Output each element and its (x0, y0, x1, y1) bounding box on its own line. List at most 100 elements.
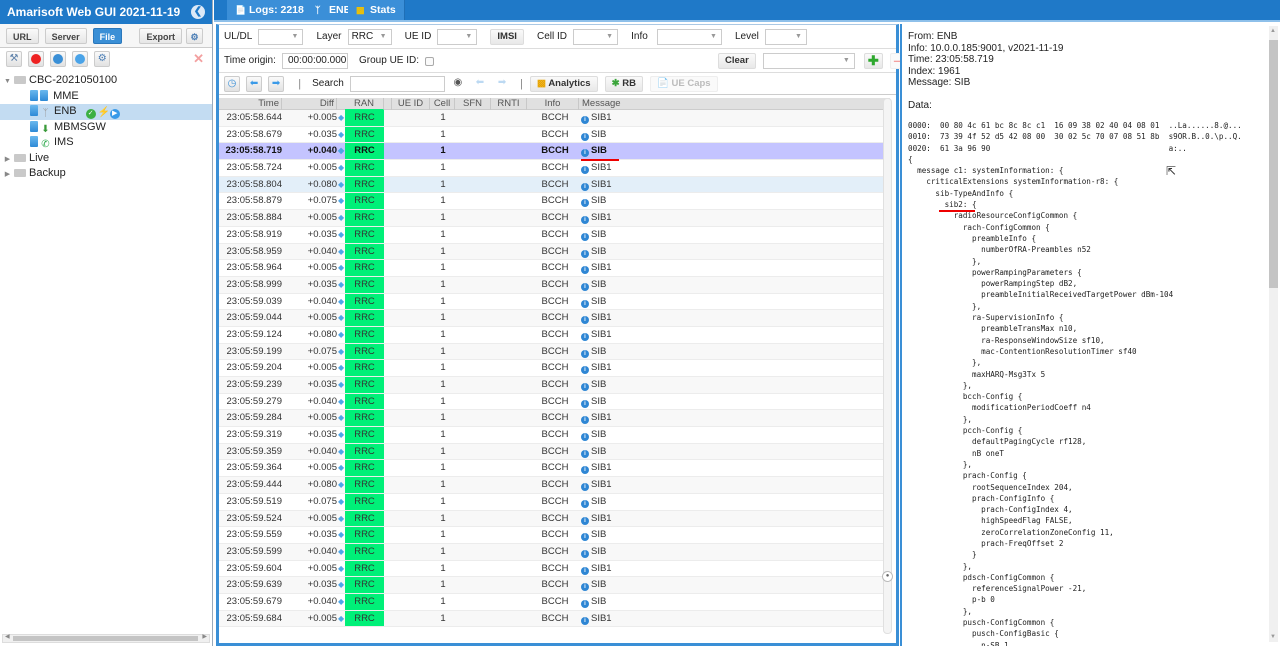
server-button[interactable]: Server (44, 28, 87, 44)
file-button[interactable]: File (92, 28, 123, 44)
table-row[interactable]: 23:05:58.804 +0.080 ◆ RRC 1 BCCH i SIB1 (219, 176, 890, 194)
table-row[interactable]: 23:05:59.039 +0.040 ◆ RRC 1 BCCH i SIB (219, 293, 890, 311)
table-row[interactable]: 23:05:59.364 +0.005 ◆ RRC 1 BCCH i SIB1 (219, 460, 890, 478)
url-button[interactable]: URL (6, 28, 39, 44)
expand-arrow-icon[interactable]: ▶ (3, 167, 12, 183)
table-row[interactable]: 23:05:59.359 +0.040 ◆ RRC 1 BCCH i SIB (219, 443, 890, 461)
table-row[interactable]: 23:05:58.719 +0.040 ◆ RRC 1 BCCH i SIB (219, 143, 890, 162)
tree-node-mme[interactable]: MME (0, 89, 212, 105)
table-row[interactable]: 23:05:59.524 +0.005 ◆ RRC 1 BCCH i SIB1 (219, 510, 890, 528)
plug-icon[interactable]: ⚙ (186, 28, 203, 44)
scroll-left-icon[interactable]: ◀ (5, 633, 10, 640)
layer-select[interactable]: RRC ▼ (347, 29, 392, 45)
cell-info: BCCH (541, 262, 569, 274)
table-row[interactable]: 23:05:58.999 +0.035 ◆ RRC 1 BCCH i SIB (219, 276, 890, 294)
table-row[interactable]: 23:05:59.679 +0.040 ◆ RRC 1 BCCH i SIB (219, 593, 890, 611)
table-row[interactable]: 23:05:58.724 +0.005 ◆ RRC 1 BCCH i SIB1 (219, 160, 890, 177)
detail-scrollbar[interactable]: ▲ ▼ (1269, 26, 1278, 642)
table-scrollbar[interactable]: ● (882, 98, 893, 634)
clock-icon[interactable]: ◷ (224, 76, 240, 92)
scroll-knob[interactable]: ● (882, 571, 893, 582)
table-row[interactable]: 23:05:59.639 +0.035 ◆ RRC 1 BCCH i SIB (219, 577, 890, 594)
table-row[interactable]: 23:05:59.124 +0.080 ◆ RRC 1 BCCH i SIB1 (219, 326, 890, 344)
table-row[interactable]: 23:05:59.199 +0.075 ◆ RRC 1 BCCH i SIB (219, 343, 890, 361)
col-time[interactable]: Time (219, 98, 282, 110)
horizontal-scrollbar[interactable]: ◀ ▶ (2, 634, 210, 643)
cellid-select[interactable]: ▼ (573, 29, 619, 45)
col-rnti[interactable]: RNTI (491, 98, 527, 110)
expand-arrow-icon[interactable]: ▶ (3, 152, 12, 168)
imsi-button[interactable]: IMSI (490, 29, 524, 45)
search-input[interactable] (349, 76, 445, 92)
play-icon[interactable]: ▶ (109, 109, 120, 119)
tab-stats[interactable]: ▩ Stats (348, 0, 405, 20)
scrollbar-thumb[interactable] (1269, 40, 1278, 288)
wrench-icon[interactable]: ⚒ (6, 51, 22, 67)
tree-node-root[interactable]: ▼ CBC-2021050100 (0, 73, 212, 89)
table-row[interactable]: 23:05:59.684 +0.005 ◆ RRC 1 BCCH i SIB1 (219, 610, 890, 628)
table-row[interactable]: 23:05:58.644 +0.005 ◆ RRC 1 BCCH i SIB1 (219, 110, 890, 127)
table-row[interactable]: 23:05:58.959 +0.040 ◆ RRC 1 BCCH i SIB (219, 243, 890, 261)
uecaps-button[interactable]: 📄 UE Caps (650, 76, 718, 92)
ueid-select[interactable]: ▼ (437, 29, 478, 45)
analytics-button[interactable]: ▩ Analytics (530, 76, 598, 92)
level-select[interactable]: ▼ (764, 29, 807, 45)
table-row[interactable]: 23:05:59.204 +0.005 ◆ RRC 1 BCCH i SIB1 (219, 360, 890, 377)
tree-node-enb[interactable]: ᛉ ENB ✓ ⚡ ▶ (0, 104, 212, 120)
refresh-icon[interactable] (50, 51, 67, 67)
expand-arrow-icon[interactable]: ▼ (3, 74, 12, 90)
col-sfn[interactable]: SFN (455, 98, 491, 110)
connect-icon[interactable]: ⚙ (94, 51, 111, 67)
export-button[interactable]: Export (139, 28, 182, 44)
stop-icon[interactable] (28, 51, 45, 67)
binoculars-icon[interactable]: ◉ (450, 76, 466, 92)
table-row[interactable]: 23:05:59.239 +0.035 ◆ RRC 1 BCCH i SIB (219, 377, 890, 394)
clear-button[interactable]: Clear (718, 53, 756, 69)
col-ueid[interactable]: UE ID (392, 98, 430, 110)
clear-preset-select[interactable]: ▼ (762, 53, 855, 69)
tree-node-live[interactable]: ▶ Live (0, 151, 212, 167)
table-row[interactable]: 23:05:59.284 +0.005 ◆ RRC 1 BCCH i SIB1 (219, 410, 890, 428)
tree-node-ims[interactable]: ✆ IMS (0, 135, 212, 151)
time-origin-input[interactable]: 00:00:00.000 (281, 53, 348, 69)
arrow-left-icon[interactable]: ⬅ (246, 76, 263, 92)
scrollbar-thumb[interactable] (13, 636, 198, 641)
table-row[interactable]: 23:05:58.964 +0.005 ◆ RRC 1 BCCH i SIB1 (219, 260, 890, 277)
table-row[interactable]: 23:05:59.319 +0.035 ◆ RRC 1 BCCH i SIB (219, 427, 890, 444)
arrow-right-icon[interactable]: ➡ (268, 76, 285, 92)
table-row[interactable]: 23:05:59.559 +0.035 ◆ RRC 1 BCCH i SIB (219, 527, 890, 544)
prev-match-icon[interactable]: ⬅ (472, 76, 488, 92)
table-row[interactable]: 23:05:58.679 +0.035 ◆ RRC 1 BCCH i SIB (219, 126, 890, 144)
table-row[interactable]: 23:05:58.884 +0.005 ◆ RRC 1 BCCH i SIB1 (219, 210, 890, 227)
table-row[interactable]: 23:05:58.919 +0.035 ◆ RRC 1 BCCH i SIB (219, 226, 890, 244)
uldl-select[interactable]: ▼ (258, 29, 304, 45)
next-match-icon[interactable]: ➡ (494, 76, 510, 92)
cell-info: BCCH (541, 445, 569, 457)
close-icon[interactable]: ✕ (193, 51, 204, 67)
table-row[interactable]: 23:05:59.279 +0.040 ◆ RRC 1 BCCH i SIB (219, 393, 890, 411)
col-diff[interactable]: Diff (282, 98, 337, 110)
table-row[interactable]: 23:05:59.044 +0.005 ◆ RRC 1 BCCH i SIB1 (219, 310, 890, 327)
col-info[interactable]: Info (527, 98, 579, 110)
tree-node-mbmsgw[interactable]: ⬇ MBMSGW (0, 120, 212, 136)
pause-icon[interactable] (72, 51, 89, 67)
col-ran[interactable]: RAN (345, 98, 384, 110)
table-row[interactable]: 23:05:59.604 +0.005 ◆ RRC 1 BCCH i SIB1 (219, 560, 890, 578)
cell-cell: 1 (440, 278, 446, 290)
tree-node-backup[interactable]: ▶ Backup (0, 166, 212, 182)
tab-logs[interactable]: 📄 Logs: 2218 (227, 0, 313, 20)
collapse-panel-icon[interactable]: ❮ (191, 5, 205, 19)
rb-button[interactable]: ✱ RB (604, 76, 643, 92)
table-row[interactable]: 23:05:59.444 +0.080 ◆ RRC 1 BCCH i SIB1 (219, 477, 890, 494)
info-select[interactable]: ▼ (656, 29, 722, 45)
table-row[interactable]: 23:05:59.519 +0.075 ◆ RRC 1 BCCH i SIB (219, 493, 890, 511)
scroll-up-icon[interactable]: ▲ (1270, 28, 1276, 34)
add-filter-button[interactable]: ✚ (863, 53, 883, 69)
table-row[interactable]: 23:05:59.599 +0.040 ◆ RRC 1 BCCH i SIB (219, 543, 890, 561)
col-message[interactable]: Message (579, 98, 890, 110)
scroll-down-icon[interactable]: ▼ (1270, 634, 1276, 640)
col-cell[interactable]: Cell (430, 98, 455, 110)
scroll-right-icon[interactable]: ▶ (202, 633, 207, 640)
group-ueid-checkbox[interactable] (425, 57, 435, 66)
table-row[interactable]: 23:05:58.879 +0.075 ◆ RRC 1 BCCH i SIB (219, 193, 890, 211)
